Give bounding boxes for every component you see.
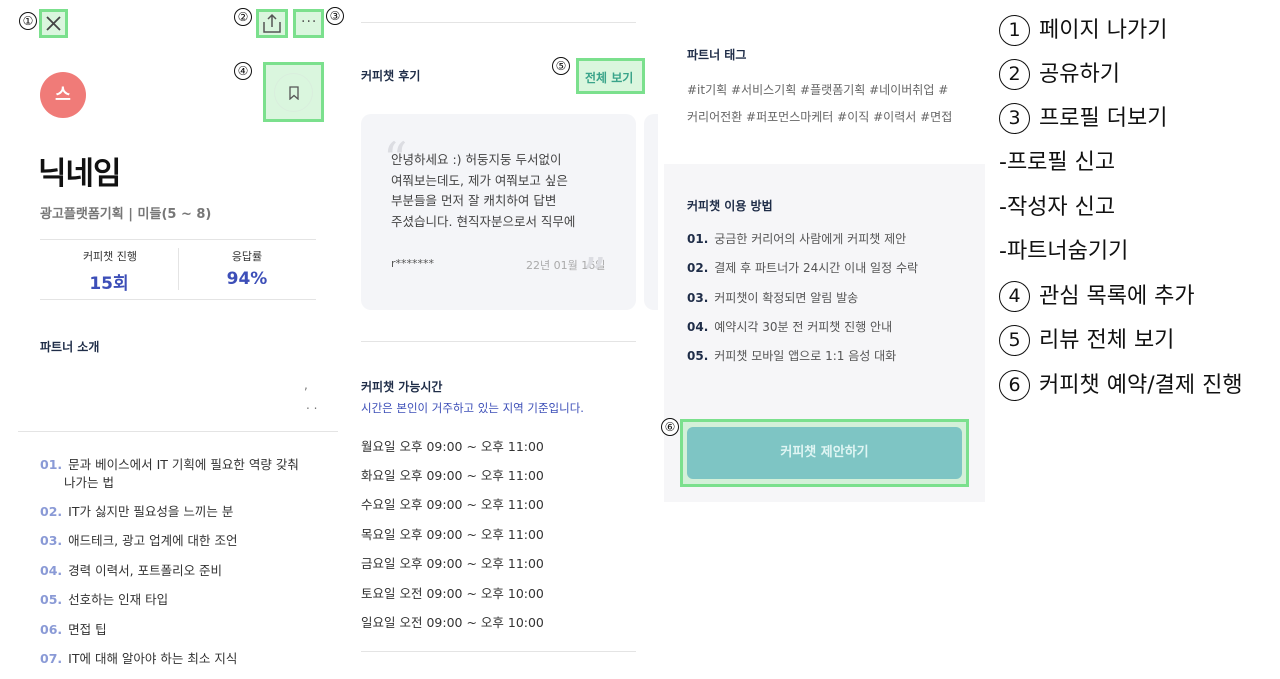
legend-item: 6 커피챗 예약/결제 진행 <box>999 370 1243 402</box>
job-level: 광고플랫폼기획 | 미들(5 ~ 8) <box>40 207 212 222</box>
schedule-item: 수요일 오후 09:00 ~ 오후 11:00 <box>361 497 544 512</box>
bookmark-icon <box>289 86 299 100</box>
schedule-item: 금요일 오후 09:00 ~ 오후 11:00 <box>361 556 544 571</box>
hours-title: 커피챗 가능시간 <box>361 380 443 394</box>
marker-1: ① <box>19 12 37 30</box>
intro-mark: , <box>304 378 308 392</box>
propose-coffeechat-button[interactable]: 커피챗 제안하기 <box>687 427 962 479</box>
hours-note: 시간은 본인이 거주하고 있는 지역 기준입니다. <box>361 401 584 415</box>
marker-5: ⑤ <box>552 57 570 75</box>
divider <box>40 299 316 300</box>
partner-tags: #it기획 #서비스기획 #플랫폼기획 #네이버취업 # 커리어전환 #퍼포먼스… <box>687 83 953 124</box>
review-card-next[interactable] <box>644 114 658 310</box>
divider <box>40 239 316 240</box>
close-icon <box>46 16 61 31</box>
marker-3: ③ <box>326 7 344 25</box>
usage-title: 커피챗 이용 방법 <box>687 199 773 213</box>
more-button[interactable]: ··· <box>293 9 324 38</box>
topic-item: 07. IT에 대해 알아야 하는 최소 지식 <box>40 651 238 666</box>
legend-item: -프로필 신고 <box>999 150 1116 175</box>
review-body: 안녕하세요 :) 허둥지둥 두서없이 여쭤보는데도, 제가 여쭤보고 싶은 부분… <box>391 152 576 229</box>
topic-item-cont: 나가는 법 <box>64 475 114 490</box>
usage-step: 03. 커피챗이 확정되면 알림 발송 <box>687 291 859 305</box>
topic-item: 02. IT가 싫지만 필요성을 느끼는 분 <box>40 504 234 519</box>
usage-step: 01. 궁금한 커리어의 사람에게 커피챗 제안 <box>687 232 907 246</box>
legend-item: 2 공유하기 <box>999 59 1120 91</box>
topic-item: 03. 애드테크, 광고 업계에 대한 조언 <box>40 533 238 548</box>
close-quote-icon: ” <box>582 248 607 304</box>
bookmark-button[interactable] <box>263 62 324 122</box>
divider <box>361 341 636 342</box>
topic-item: 06. 면접 팁 <box>40 622 107 637</box>
stat-response-label: 응답률 <box>231 250 263 263</box>
schedule-item: 화요일 오후 09:00 ~ 오후 11:00 <box>361 468 544 483</box>
topic-item: 05. 선호하는 인재 타입 <box>40 592 169 607</box>
marker-6: ⑥ <box>661 418 679 436</box>
nickname: 닉네임 <box>38 156 122 192</box>
schedule-item: 월요일 오후 09:00 ~ 오후 11:00 <box>361 439 544 454</box>
usage-step: 04. 예약시각 30분 전 커피챗 진행 안내 <box>687 320 893 334</box>
usage-step: 02. 결제 후 파트너가 24시간 이내 일정 수락 <box>687 261 919 275</box>
share-button[interactable] <box>256 9 288 38</box>
legend-item: 3 프로필 더보기 <box>999 103 1167 135</box>
legend-item: -작성자 신고 <box>999 195 1116 220</box>
divider <box>18 431 338 432</box>
review-card[interactable]: “ 안녕하세요 :) 허둥지둥 두서없이 여쭤보는데도, 제가 여쭤보고 싶은 … <box>361 114 636 310</box>
stat-response-value: 94% <box>226 269 268 289</box>
view-all-label: 전체 보기 <box>585 71 634 85</box>
marker-4: ④ <box>234 62 252 80</box>
legend-item: 4 관심 목록에 추가 <box>999 281 1195 313</box>
usage-step: 05. 커피챗 모바일 앱으로 1:1 음성 대화 <box>687 349 897 363</box>
intro-title: 파트너 소개 <box>40 340 100 354</box>
reviewer-name: r******* <box>391 257 435 270</box>
legend-item: 1 페이지 나가기 <box>999 15 1167 47</box>
schedule-item: 목요일 오후 09:00 ~ 오후 11:00 <box>361 527 544 542</box>
schedule-item: 토요일 오전 09:00 ~ 오후 10:00 <box>361 586 544 601</box>
intro-mark: . . <box>306 398 318 412</box>
view-all-reviews-button[interactable]: 전체 보기 <box>576 58 645 94</box>
propose-coffeechat-highlight: 커피챗 제안하기 <box>680 419 969 487</box>
schedule-item: 일요일 오전 09:00 ~ 오후 10:00 <box>361 615 544 630</box>
close-button[interactable] <box>39 9 68 38</box>
divider <box>361 651 636 652</box>
marker-2: ② <box>234 8 252 26</box>
topic-item: 04. 경력 이력서, 포트폴리오 준비 <box>40 563 223 578</box>
avatar: 스 <box>40 72 86 118</box>
legend-item: 5 리뷰 전체 보기 <box>999 325 1174 357</box>
topic-item: 01. 문과 베이스에서 IT 기획에 필요한 역량 갖춰 <box>40 457 299 472</box>
more-icon: ··· <box>301 14 318 30</box>
stat-divider <box>178 248 179 290</box>
review-title: 커피챗 후기 <box>361 69 421 83</box>
share-icon <box>263 13 281 33</box>
legend-item: -파트너숨기기 <box>999 239 1129 264</box>
stat-coffee-value: 15회 <box>89 274 129 294</box>
tag-title: 파트너 태그 <box>687 48 747 62</box>
divider <box>361 22 636 23</box>
stat-coffee-label: 커피챗 진행 <box>82 250 138 263</box>
